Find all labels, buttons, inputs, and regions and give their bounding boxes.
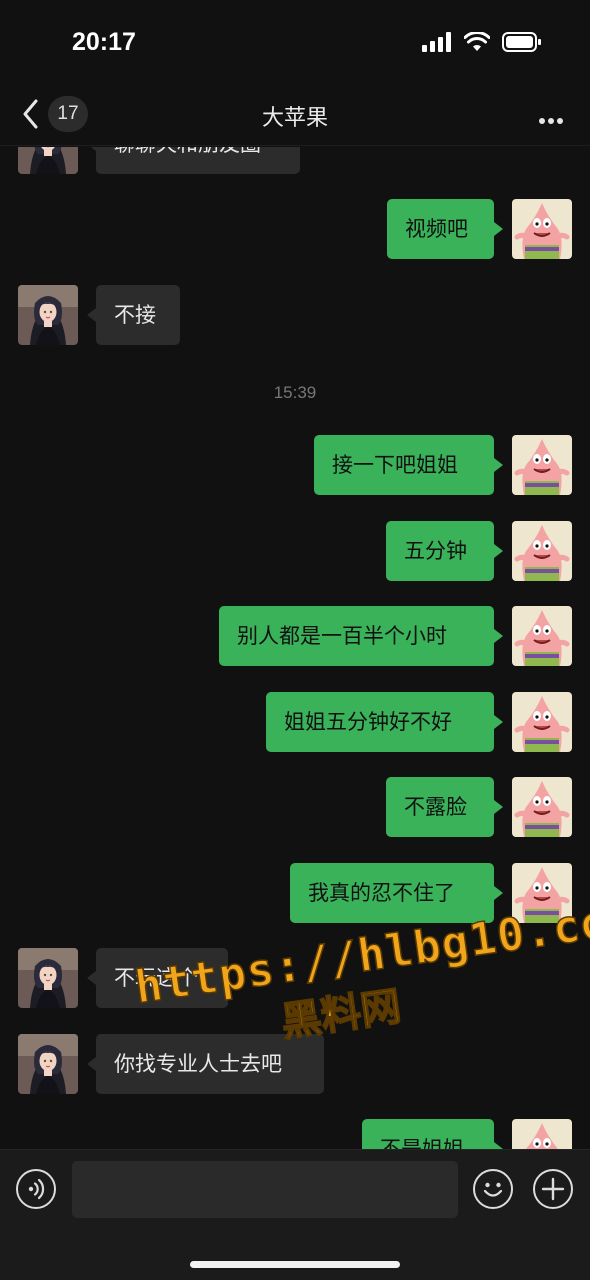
message-row: 我真的忍不住了 [0, 863, 590, 923]
status-time: 20:17 [72, 28, 136, 56]
female-avatar[interactable] [18, 948, 78, 1008]
message-bubble[interactable]: 不露脸 [386, 777, 503, 837]
message-list[interactable]: 15:39 聊聊天和朋友圈 视频吧 不接 接一下吧姐姐 五分钟 别人都是一百半个… [0, 147, 590, 1149]
emoji-icon [483, 1182, 503, 1197]
input-bar [0, 1149, 590, 1280]
status-bar: 20:17 [0, 0, 590, 88]
home-indicator[interactable] [190, 1261, 400, 1268]
signal-icon [422, 32, 451, 52]
patrick-star-avatar[interactable] [512, 777, 572, 837]
status-icons [422, 32, 542, 52]
message-row: 聊聊天和朋友圈 [0, 147, 590, 174]
message-row: 不接 [0, 285, 590, 345]
message-row: 不玩这个 [0, 948, 590, 1008]
wifi-icon [464, 32, 490, 51]
message-row: 接一下吧姐姐 [0, 435, 590, 495]
patrick-star-avatar[interactable] [512, 692, 572, 752]
message-bubble[interactable]: 视频吧 [387, 199, 503, 259]
voice-button[interactable] [16, 1169, 56, 1209]
message-bubble[interactable]: 我真的忍不住了 [290, 863, 503, 923]
message-bubble[interactable]: 不接 [87, 285, 180, 345]
female-avatar[interactable] [18, 285, 78, 345]
message-row: 五分钟 [0, 521, 590, 581]
message-bubble[interactable]: 你找专业人士去吧 [87, 1034, 324, 1094]
patrick-star-avatar[interactable] [512, 606, 572, 666]
female-avatar[interactable] [18, 1034, 78, 1094]
patrick-star-avatar[interactable] [512, 521, 572, 581]
voice-icon [28, 1178, 45, 1200]
message-row: 姐姐五分钟好不好 [0, 692, 590, 752]
message-row: 视频吧 [0, 199, 590, 259]
female-avatar[interactable] [18, 147, 78, 174]
chat-header: 17 大苹果 [0, 88, 590, 146]
patrick-star-avatar[interactable] [512, 863, 572, 923]
message-bubble[interactable]: 不玩这个 [87, 948, 228, 1008]
message-bubble[interactable]: 聊聊天和朋友圈 [87, 147, 300, 174]
plus-button[interactable] [533, 1169, 573, 1209]
chat-title: 大苹果 [261, 106, 328, 131]
patrick-star-avatar[interactable] [512, 199, 572, 259]
message-row: 别人都是一百半个小时 [0, 606, 590, 666]
message-timestamp: 15:39 [273, 383, 317, 402]
patrick-star-avatar[interactable] [512, 435, 572, 495]
message-input[interactable] [72, 1161, 458, 1218]
message-row: 不是姐姐 [0, 1119, 590, 1149]
emoji-button[interactable] [473, 1169, 513, 1209]
message-row: 不露脸 [0, 777, 590, 837]
more-icon [539, 118, 563, 124]
message-row: 你找专业人士去吧 [0, 1034, 590, 1094]
patrick-star-avatar[interactable] [512, 1119, 572, 1149]
message-bubble[interactable]: 接一下吧姐姐 [314, 435, 503, 495]
message-bubble[interactable]: 不是姐姐 [362, 1119, 503, 1149]
battery-icon [502, 32, 541, 52]
message-bubble[interactable]: 姐姐五分钟好不好 [266, 692, 503, 752]
message-bubble[interactable]: 别人都是一百半个小时 [219, 606, 503, 666]
more-button[interactable] [538, 102, 564, 132]
message-bubble[interactable]: 五分钟 [386, 521, 503, 581]
plus-icon [541, 1177, 565, 1201]
